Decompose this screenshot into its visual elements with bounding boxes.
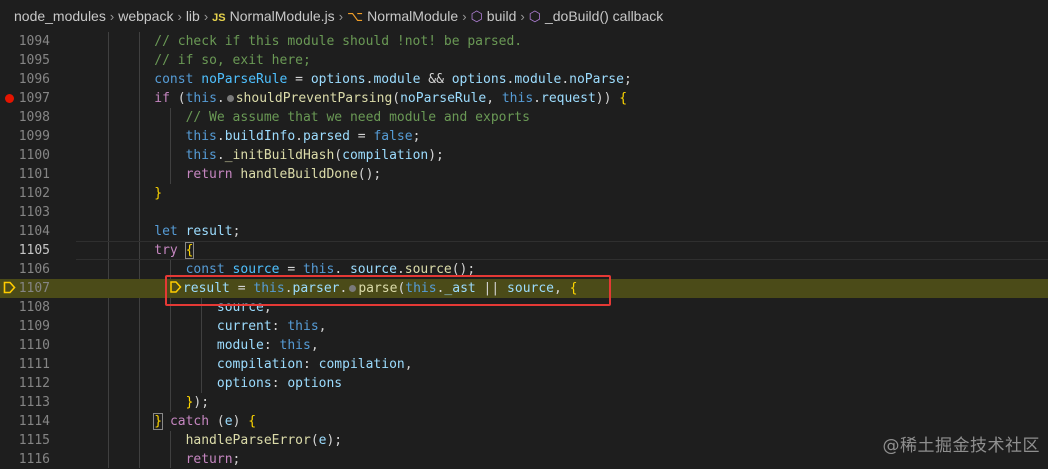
code-line[interactable]: 1113 }); (0, 393, 1048, 412)
line-number: 1100 (18, 148, 50, 163)
code-line[interactable]: 1094 // check if this module should !not… (0, 32, 1048, 51)
line-number: 1104 (18, 224, 50, 239)
line-number: 1102 (18, 186, 50, 201)
code-text: options: options (216, 376, 343, 391)
breadcrumb-lib[interactable]: lib (186, 8, 200, 24)
code-line[interactable]: 1104 let result; (0, 222, 1048, 241)
code-line[interactable]: 1110 module: this, (0, 336, 1048, 355)
breadcrumb: node_modules › webpack › lib › JS NormalM… (0, 0, 1048, 32)
code-text: // if so, exit here; (154, 53, 311, 68)
code-line[interactable]: 1111 compilation: compilation, (0, 355, 1048, 374)
chevron-right-icon: › (338, 8, 344, 24)
breadcrumb-class-label: NormalModule (367, 7, 459, 24)
breadcrumb-method-build[interactable]: ⬡ build (471, 8, 517, 25)
chevron-right-icon: › (177, 8, 182, 24)
line-number: 1096 (18, 72, 50, 87)
line-number: 1116 (18, 452, 50, 467)
line-number: 1112 (18, 376, 50, 391)
line-number: 1111 (18, 357, 50, 372)
code-text: const noParseRule = options.module && op… (154, 72, 632, 87)
line-number: 1099 (18, 129, 50, 144)
code-text: this._initBuildHash(compilation); (185, 148, 444, 163)
line-number: 1098 (18, 110, 50, 125)
code-line[interactable]: 1097 if (this. shouldPreventParsing(noPar… (0, 89, 1048, 108)
line-number: 1105 (18, 243, 50, 258)
code-line[interactable]: 1112 options: options (0, 374, 1048, 393)
watermark: @稀土掘金技术社区 (882, 436, 1040, 456)
code-text: current: this, (216, 319, 327, 334)
code-line[interactable]: 1099 this.buildInfo.parsed = false; (0, 127, 1048, 146)
line-number: 1107 (18, 281, 50, 296)
code-line[interactable]: 1100 this._initBuildHash(compilation); (0, 146, 1048, 165)
code-line[interactable]: 1103 (0, 203, 1048, 222)
method-icon: ⬡ (470, 7, 483, 24)
class-icon: ⌥ (347, 7, 364, 24)
line-number: 1109 (18, 319, 50, 334)
code-editor[interactable]: 1094 // check if this module should !not… (0, 32, 1048, 468)
breadcrumb-method-dobuild-label: _doBuild() callback (544, 7, 664, 24)
line-number: 1106 (18, 262, 50, 277)
line-number: 1103 (18, 205, 50, 220)
code-text: if (this. shouldPreventParsing(noParseRul… (154, 91, 628, 106)
code-text: return handleBuildDone(); (185, 167, 382, 182)
code-text: // We assume that we need module and exp… (185, 110, 530, 125)
code-line-current[interactable]: 1105 try { (0, 241, 1048, 260)
line-number: 1110 (18, 338, 50, 353)
line-number: 1113 (18, 395, 50, 410)
js-file-icon: JS (212, 12, 226, 24)
line-number: 1114 (18, 414, 50, 429)
chevron-right-icon: › (109, 8, 115, 24)
line-number: 1108 (18, 300, 50, 315)
code-text: compilation: compilation, (216, 357, 413, 372)
breadcrumb-method-build-label: build (486, 7, 517, 24)
code-text: try { (154, 242, 195, 259)
line-number: 1097 (18, 91, 50, 106)
code-line[interactable]: 1098 // We assume that we need module an… (0, 108, 1048, 127)
code-text: }); (185, 395, 210, 410)
chevron-right-icon: › (462, 8, 467, 24)
annotation-highlight-box (165, 275, 611, 306)
code-text: } catch (e) { (153, 413, 257, 430)
line-number: 1095 (18, 53, 50, 68)
breadcrumb-class[interactable]: ⌥ NormalModule (347, 8, 458, 25)
code-text: module: this, (216, 338, 319, 353)
breadcrumb-file[interactable]: JS NormalModule.js (212, 8, 335, 24)
inline-breakpoint-icon[interactable] (226, 94, 234, 102)
code-line[interactable]: 1114 } catch (e) { (0, 412, 1048, 431)
code-text: this.buildInfo.parsed = false; (185, 129, 421, 144)
code-line[interactable]: 1101 return handleBuildDone(); (0, 165, 1048, 184)
chevron-right-icon: › (203, 8, 209, 24)
code-text: // check if this module should !not! be … (154, 34, 523, 49)
line-number: 1094 (18, 34, 50, 49)
line-number: 1115 (18, 433, 50, 448)
breadcrumb-node-modules[interactable]: node_modules (14, 8, 106, 24)
breadcrumb-method-dobuild[interactable]: ⬡ _doBuild() callback (529, 8, 664, 25)
code-text: handleParseError(e); (185, 433, 343, 448)
breadcrumb-webpack[interactable]: webpack (118, 8, 173, 24)
code-text: return; (185, 452, 241, 467)
code-line[interactable]: 1109 current: this, (0, 317, 1048, 336)
method-icon: ⬡ (528, 7, 541, 24)
line-number: 1101 (18, 167, 50, 182)
code-line[interactable]: 1102 } (0, 184, 1048, 203)
code-line[interactable]: 1095 // if so, exit here; (0, 51, 1048, 70)
code-line[interactable]: 1096 const noParseRule = options.module … (0, 70, 1048, 89)
code-text: let result; (154, 224, 241, 239)
chevron-right-icon: › (520, 8, 525, 24)
breadcrumb-file-label: NormalModule.js (229, 8, 335, 24)
code-text: } (154, 186, 163, 201)
